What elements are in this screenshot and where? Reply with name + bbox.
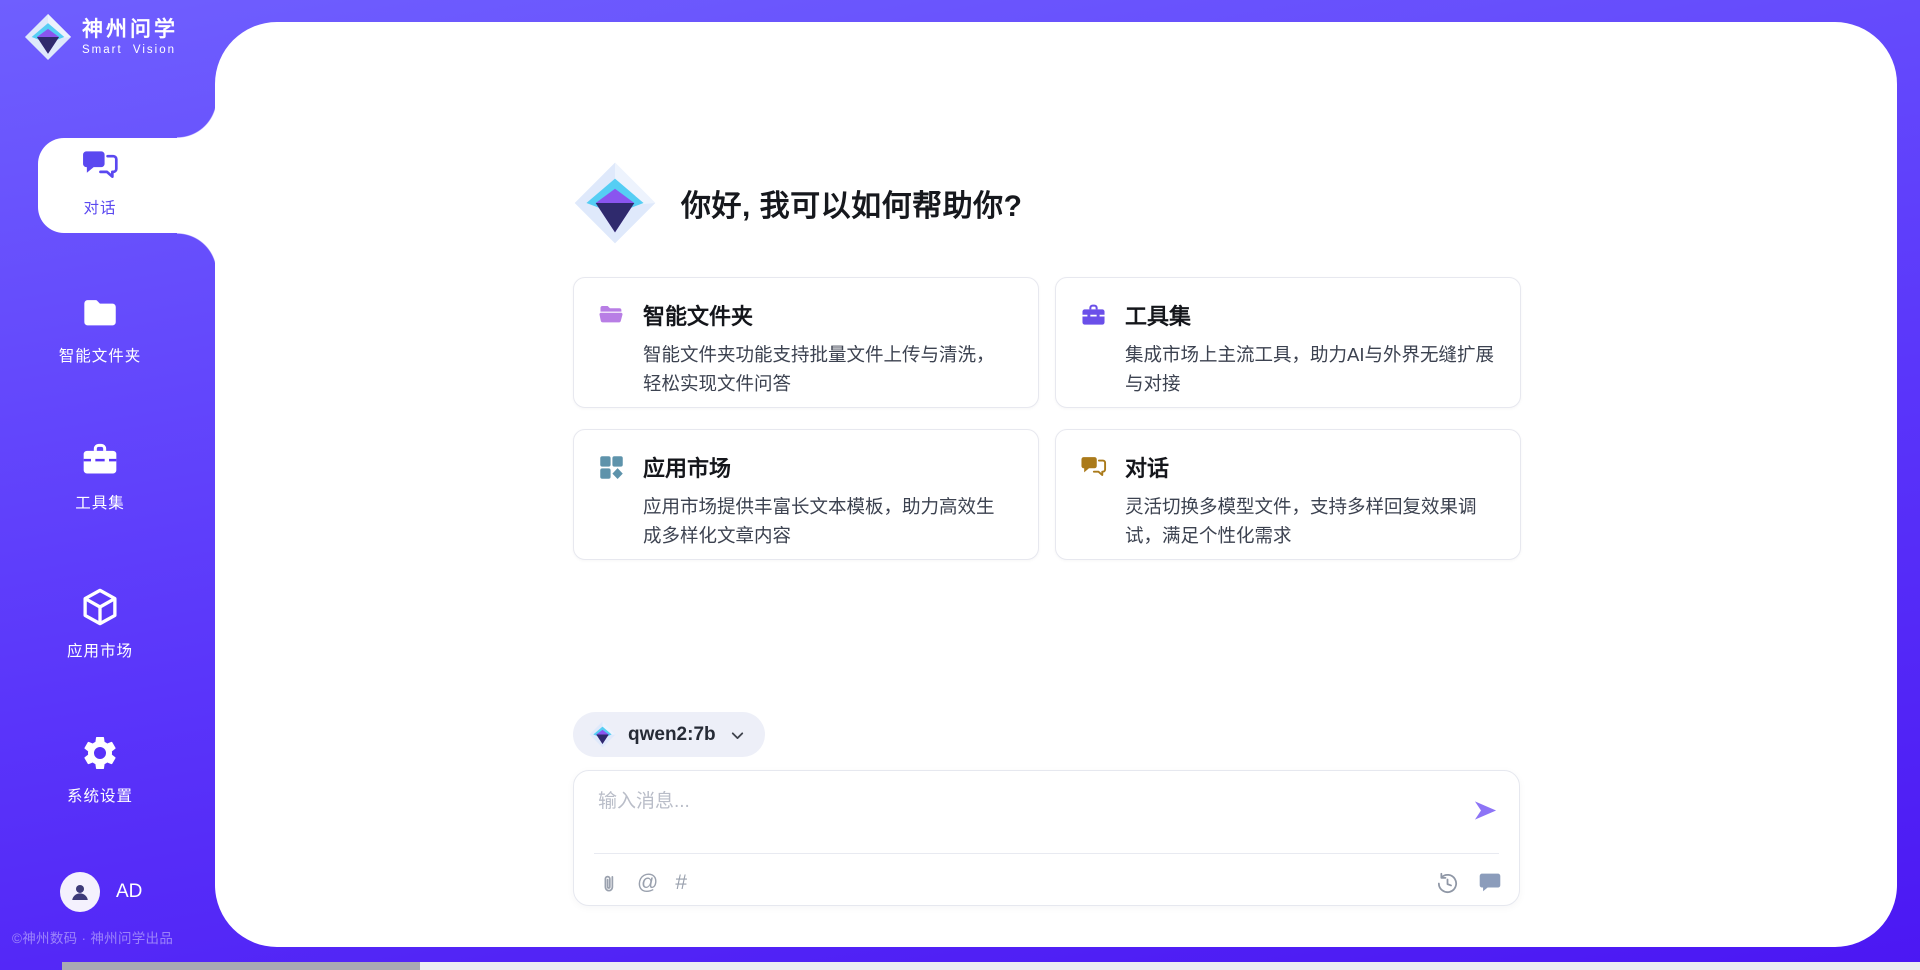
card-description: 灵活切换多模型文件，支持多样回复效果调试，满足个性化需求 xyxy=(1125,492,1494,550)
card-toolset[interactable]: 工具集 集成市场上主流工具，助力AI与外界无缝扩展与对接 xyxy=(1055,277,1521,408)
folder-open-icon xyxy=(598,302,625,329)
sidebar-item-label: 智能文件夹 xyxy=(0,344,200,366)
hashtag-button[interactable]: # xyxy=(675,872,687,894)
card-title: 对话 xyxy=(1125,451,1169,483)
at-sign-icon: @ xyxy=(637,872,658,894)
message-input[interactable] xyxy=(598,786,1448,846)
sidebar-item-label: 对话 xyxy=(0,196,200,218)
sidebar: 神州问学 Smart Vision 对话 智能文件夹 工具集 应用市场 系统设置 xyxy=(0,0,215,970)
history-icon xyxy=(1435,871,1460,896)
mention-button[interactable]: @ xyxy=(637,872,658,894)
folder-icon xyxy=(80,293,120,333)
gear-icon xyxy=(80,733,120,773)
attach-file-button[interactable] xyxy=(598,872,620,894)
toolbox-icon xyxy=(80,440,120,480)
card-chat[interactable]: 对话 灵活切换多模型文件，支持多样回复效果调试，满足个性化需求 xyxy=(1055,429,1521,560)
greeting-block: 你好, 我可以如何帮助你? xyxy=(573,161,1023,245)
sidebar-item-label: 应用市场 xyxy=(0,639,200,661)
app-grid-icon xyxy=(598,454,625,481)
sidebar-item-label: 工具集 xyxy=(0,491,200,513)
send-button[interactable] xyxy=(1472,797,1499,824)
main-content-card: 你好, 我可以如何帮助你? 智能文件夹 智能文件夹功能支持批量文件上传与清洗，轻… xyxy=(215,22,1897,947)
gem-diamond-icon xyxy=(573,161,657,245)
toolbox-icon xyxy=(1080,302,1107,329)
horizontal-scrollbar[interactable] xyxy=(62,962,1920,970)
sidebar-item-smart-folder[interactable]: 智能文件夹 xyxy=(0,293,200,366)
paperclip-icon xyxy=(598,872,620,894)
card-description: 智能文件夹功能支持批量文件上传与清洗，轻松实现文件问答 xyxy=(643,340,1012,398)
sidebar-item-app-market[interactable]: 应用市场 xyxy=(0,586,200,661)
card-smart-folder[interactable]: 智能文件夹 智能文件夹功能支持批量文件上传与清洗，轻松实现文件问答 xyxy=(573,277,1039,408)
card-title: 应用市场 xyxy=(643,451,731,483)
app-screen: 你好, 我可以如何帮助你? 智能文件夹 智能文件夹功能支持批量文件上传与清洗，轻… xyxy=(0,0,1920,970)
message-input-card: @ # xyxy=(573,770,1520,906)
send-arrow-icon xyxy=(1472,797,1499,824)
horizontal-scrollbar-thumb[interactable] xyxy=(62,962,420,970)
brand-text: 神州问学 Smart Vision xyxy=(82,18,178,56)
user-profile[interactable]: AD xyxy=(60,872,142,912)
avatar xyxy=(60,872,100,912)
person-icon xyxy=(67,879,93,905)
chat-bubble-filled-icon xyxy=(1477,870,1503,896)
card-description: 应用市场提供丰富长文本模板，助力高效生成多样化文章内容 xyxy=(643,492,1012,550)
card-header: 工具集 xyxy=(1080,299,1500,331)
copyright-text: ©神州数码 · 神州问学出品 xyxy=(12,927,173,947)
model-name: qwen2:7b xyxy=(628,724,716,746)
sidebar-item-toolset[interactable]: 工具集 xyxy=(0,440,200,513)
user-initials: AD xyxy=(116,881,142,903)
card-header: 智能文件夹 xyxy=(598,299,1018,331)
card-title: 智能文件夹 xyxy=(643,299,753,331)
card-title: 工具集 xyxy=(1125,299,1191,331)
history-button[interactable] xyxy=(1435,871,1460,896)
feature-cards-grid: 智能文件夹 智能文件夹功能支持批量文件上传与清洗，轻松实现文件问答 工具集 集成… xyxy=(573,277,1521,560)
chevron-down-icon xyxy=(728,726,747,745)
hash-icon: # xyxy=(675,872,687,894)
cube-icon xyxy=(79,586,121,628)
brand-subtitle: Smart Vision xyxy=(82,44,178,56)
card-header: 应用市场 xyxy=(598,451,1018,483)
sidebar-item-chat[interactable]: 对话 xyxy=(0,147,200,218)
input-toolbar: @ # xyxy=(598,865,1503,901)
gem-diamond-icon xyxy=(589,721,616,748)
greeting-title: 你好, 我可以如何帮助你? xyxy=(681,181,1023,225)
chat-bubbles-icon xyxy=(1080,454,1107,481)
card-description: 集成市场上主流工具，助力AI与外界无缝扩展与对接 xyxy=(1125,340,1494,398)
chat-bubbles-icon xyxy=(81,147,119,185)
sidebar-item-settings[interactable]: 系统设置 xyxy=(0,733,200,806)
model-selector[interactable]: qwen2:7b xyxy=(573,712,765,757)
brand-logo: 神州问学 Smart Vision xyxy=(24,13,178,61)
card-app-market[interactable]: 应用市场 应用市场提供丰富长文本模板，助力高效生成多样化文章内容 xyxy=(573,429,1039,560)
input-divider xyxy=(594,853,1499,854)
sidebar-item-label: 系统设置 xyxy=(0,784,200,806)
gem-diamond-icon xyxy=(24,13,72,61)
conversation-button[interactable] xyxy=(1477,870,1503,896)
card-header: 对话 xyxy=(1080,451,1500,483)
brand-name: 神州问学 xyxy=(82,18,178,42)
